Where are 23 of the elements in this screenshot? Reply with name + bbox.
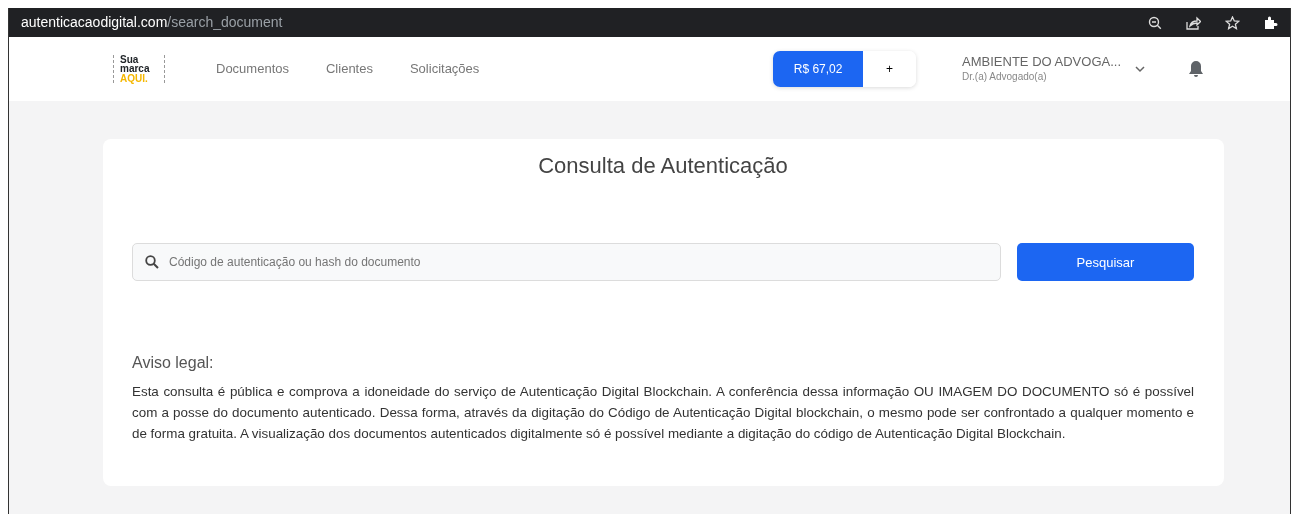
zoom-out-icon[interactable] bbox=[1148, 15, 1162, 30]
logo[interactable]: Sua marca AQUI. bbox=[113, 54, 165, 84]
nav-link[interactable]: Clientes bbox=[326, 59, 373, 79]
share-icon[interactable] bbox=[1186, 15, 1201, 30]
chevron-down-icon[interactable] bbox=[1135, 65, 1145, 73]
add-credit-button[interactable]: + bbox=[863, 51, 917, 87]
address-bar[interactable]: autenticacaodigital.com/search_document bbox=[9, 8, 1290, 37]
account-role: Dr.(a) Advogado(a) bbox=[962, 71, 1047, 82]
search-field[interactable]: Código de autenticação ou hash do documento bbox=[132, 243, 1001, 282]
account-name[interactable]: AMBIENTE DO ADVOGA... bbox=[962, 54, 1121, 69]
star-icon[interactable] bbox=[1225, 15, 1240, 30]
nav-link[interactable]: Documentos bbox=[216, 59, 289, 79]
notice-text: Esta consulta é pública e comprova a idoneidade do serviço de Autenticação Digital Blockchain. A conferência dessa informação OU IMAGEM DO DOCUMENTO só é possível com a posse do documento autenticado. Dessa forma, através da digitação do Código de Autenticação Digital blockchain, o mesmo pode ser confrontado a qualquer momento e de forma gratuita. A visualização dos documentos autenticados digitalmente só é possível mediante a digitação do código de Autenticação Digital Blockchain. bbox=[132, 382, 1194, 444]
search-icon bbox=[145, 255, 159, 270]
bell-icon[interactable] bbox=[1188, 60, 1204, 78]
nav-link[interactable]: Solicitações bbox=[409, 59, 480, 79]
url-host: autenticacaodigital.com bbox=[21, 13, 168, 32]
notice-title: Aviso legal: bbox=[132, 353, 215, 373]
balance-button[interactable]: R$ 67,02 bbox=[773, 51, 864, 87]
puzzle-icon[interactable] bbox=[1264, 15, 1278, 30]
search-button[interactable]: Pesquisar bbox=[1017, 243, 1194, 282]
url-path: /search_document bbox=[167, 13, 283, 32]
page-title: Consulta de Autenticação bbox=[537, 153, 789, 180]
